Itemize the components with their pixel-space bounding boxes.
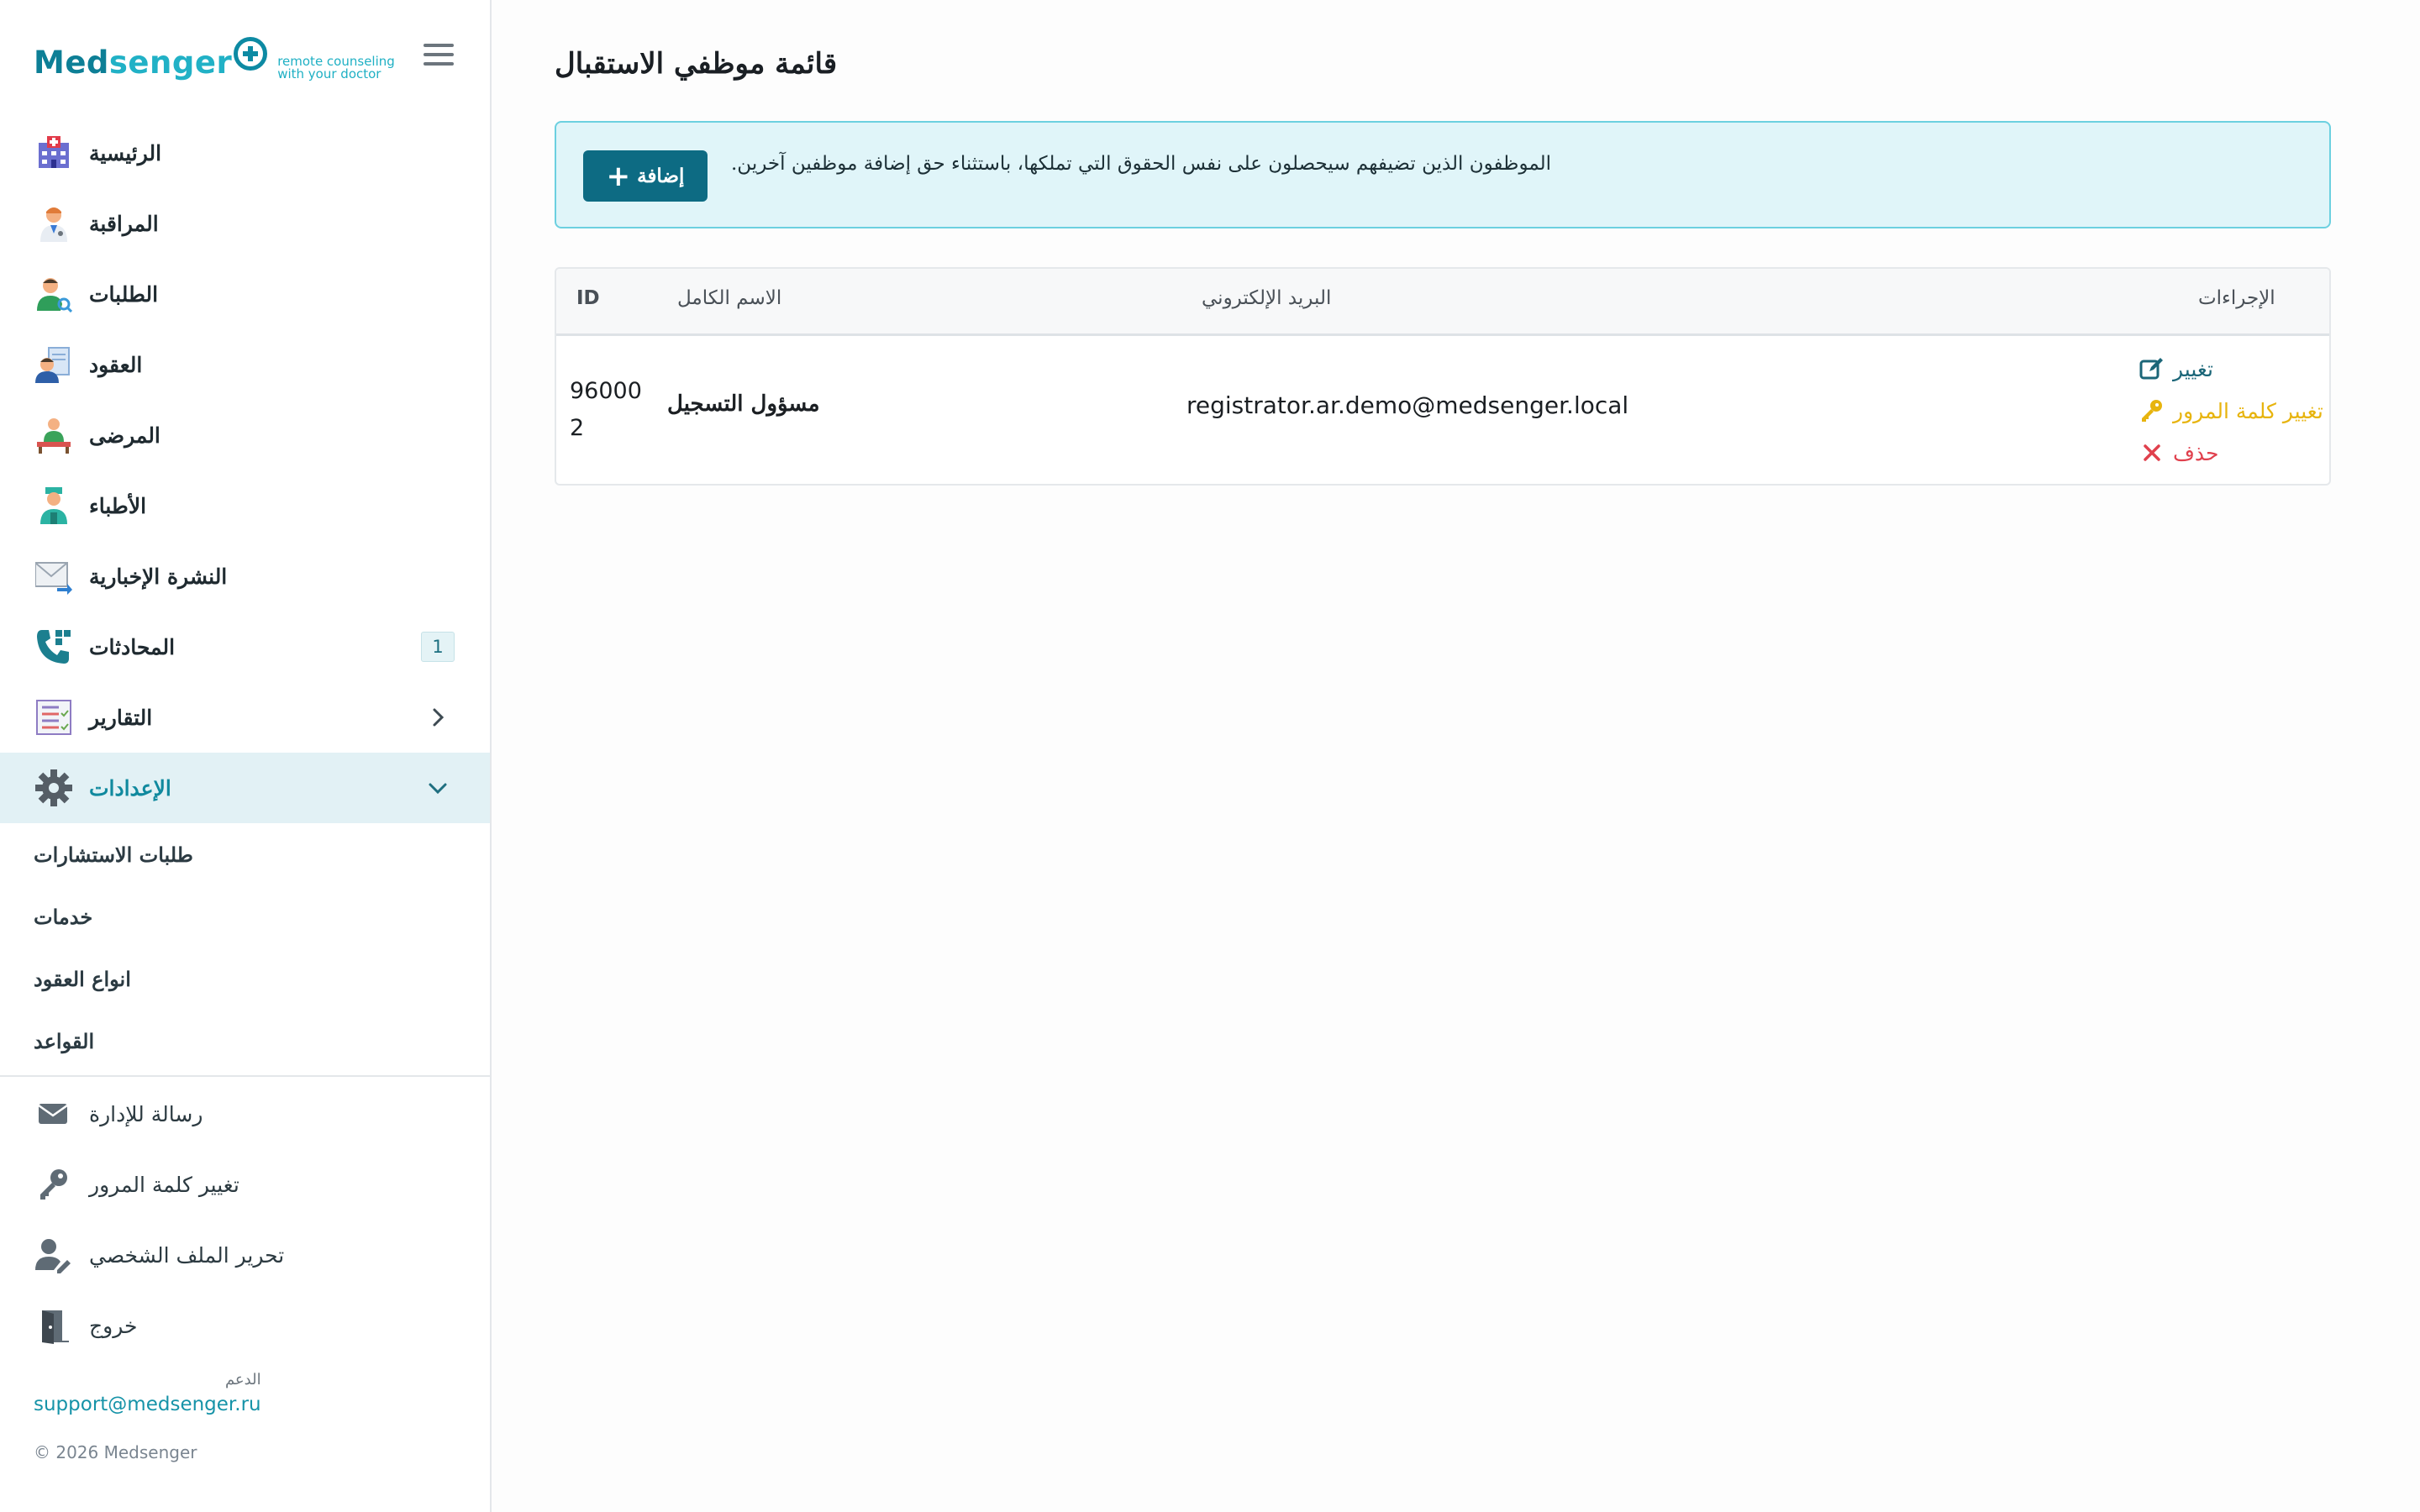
sidebar-item-reports[interactable]: التقارير [0,682,490,753]
user-search-icon [35,276,73,313]
plus-icon: + [606,159,631,193]
copyright: © 2026 Medsenger [34,1442,197,1462]
sidebar-item-requests[interactable]: الطلبات [0,259,490,329]
logo-plus-icon [234,37,268,71]
sidebar-item-newsletter[interactable]: النشرة الإخبارية [0,541,490,612]
support-block: الدعم support@medsenger.ru © 2026 Medsen… [34,1371,261,1462]
sidebar-item-chats[interactable]: المحادثات 1 [0,612,490,682]
settings-sub-services[interactable]: خدمات [0,885,490,948]
user-edit-icon [35,1236,72,1273]
table-header: ID الاسم الكامل البريد الإلكتروني الإجرا… [556,269,2329,336]
envelope-icon [35,1095,72,1132]
delete-action-link[interactable]: حذف [2139,432,2323,474]
row-email: registrator.ar.demo@medsenger.local [1186,391,1629,419]
logout-door-icon [35,1307,72,1344]
sidebar-item-change-password[interactable]: تغيير كلمة المرور [0,1149,490,1220]
sidebar-item-settings[interactable]: الإعدادات [0,753,490,823]
patients-icon [35,417,72,454]
report-icon [35,699,72,736]
alert-text: الموظفون الذين تضيفهم سيحصلون على نفس ال… [731,153,1552,175]
support-label: الدعم [224,1371,261,1389]
key-icon [2139,398,2165,423]
close-icon [2139,440,2165,465]
chevron-down-icon [426,776,450,800]
sidebar: Medsenger remote counseling with your doc… [0,0,492,1512]
settings-sub-contract-types[interactable]: انواع العقود [0,948,490,1010]
row-id: 96000 2 [570,378,642,441]
page-title: قائمة موظفي الاستقبال [555,47,838,81]
key-icon [35,1166,72,1203]
phone-icon [35,628,72,665]
sidebar-item-logout[interactable]: خروج [0,1290,490,1361]
sidebar-item-edit-profile[interactable]: تحرير الملف الشخصي [0,1220,490,1290]
main-content: قائمة موظفي الاستقبال + إضافة الموظفون ا… [555,0,2353,1512]
sidebar-item-patients[interactable]: المرضى [0,400,490,470]
sidebar-divider [0,1075,490,1077]
doctor-icon [35,205,72,242]
logo-wordmark: Medsenger [34,45,233,81]
column-header-email: البريد الإلكتروني [1202,287,1332,309]
app-root: Medsenger remote counseling with your doc… [0,0,2420,1512]
change-password-action-link[interactable]: تغيير كلمة المرور [2139,390,2323,432]
gear-icon [35,769,72,806]
mail-send-icon [34,558,72,595]
info-alert: + إضافة الموظفون الذين تضيفهم سيحصلون عل… [555,121,2331,228]
add-button[interactable]: + إضافة [583,150,708,202]
chats-count-badge: 1 [421,632,455,662]
logo-tagline: remote counseling with your doctor [277,54,395,81]
hospital-icon [35,134,72,171]
sidebar-nav: الرئيسية المراقبة الطلبات العقود المرضى … [0,118,490,1077]
nurse-icon [35,487,72,524]
sidebar-item-doctors[interactable]: الأطباء [0,470,490,541]
sidebar-item-monitoring[interactable]: المراقبة [0,188,490,259]
contract-icon [35,346,72,383]
column-header-actions: الإجراءات [2198,287,2275,309]
column-header-id: ID [576,287,600,309]
table-row: 96000 2 مسؤول التسجيل registrator.ar.demo… [556,336,2329,484]
sidebar-item-message-admin[interactable]: رسالة للإدارة [0,1079,490,1149]
receptionists-table: ID الاسم الكامل البريد الإلكتروني الإجرا… [555,267,2331,486]
row-full-name: مسؤول التسجيل [667,391,820,417]
support-email-link[interactable]: support@medsenger.ru [34,1394,261,1415]
menu-toggle-icon[interactable] [424,44,454,69]
settings-sub-rules[interactable]: القواعد [0,1010,490,1072]
row-actions: تغيير تغيير كلمة المرور حذف [2139,348,2323,474]
edit-action-link[interactable]: تغيير [2139,348,2323,390]
sidebar-bottom-nav: رسالة للإدارة تغيير كلمة المرور تحرير ال… [0,1079,490,1361]
edit-icon [2139,356,2165,381]
column-header-full-name: الاسم الكامل [677,287,782,309]
sidebar-item-home[interactable]: الرئيسية [0,118,490,188]
medsenger-logo[interactable]: Medsenger remote counseling with your doc… [34,32,395,94]
settings-sub-consultation-requests[interactable]: طلبات الاستشارات [0,823,490,885]
sidebar-item-contracts[interactable]: العقود [0,329,490,400]
chevron-right-icon [426,706,450,729]
